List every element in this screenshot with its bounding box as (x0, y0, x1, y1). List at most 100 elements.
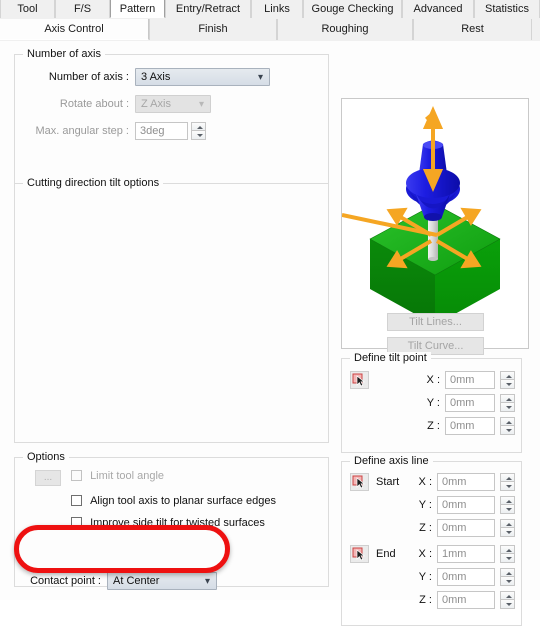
tilt-point-y-label: Y : (426, 397, 440, 409)
pick-point-icon-start[interactable] (350, 473, 369, 491)
tilt-point-x-input[interactable]: 0mm (445, 371, 495, 389)
define-axis-line-group: Define axis line Start X : 0mm Y : 0mm Z… (341, 455, 522, 626)
tilt-point-z-stepper[interactable] (500, 417, 515, 435)
end-y-value: 0mm (442, 571, 467, 583)
stepper-up-icon[interactable] (500, 545, 515, 554)
end-y-stepper[interactable] (500, 568, 515, 586)
tilt-lines-button[interactable]: Tilt Lines... (387, 313, 484, 331)
tab-entry-retract[interactable]: Entry/Retract (165, 0, 251, 18)
start-z-input[interactable]: 0mm (437, 519, 495, 537)
define-tilt-point-group-label: Define tilt point (350, 352, 431, 364)
tilt-point-x-stepper[interactable] (500, 371, 515, 389)
options-group-label: Options (23, 451, 69, 463)
chevron-down-icon: ▾ (204, 576, 210, 587)
stepper-down-icon[interactable] (191, 131, 206, 140)
limit-tool-angle-ellipsis-button[interactable]: ... (35, 470, 61, 486)
options-group: Options ... Limit tool angle Align tool … (14, 451, 329, 590)
pick-point-glyph (352, 475, 366, 489)
stepper-up-icon[interactable] (500, 496, 515, 505)
end-z-input[interactable]: 0mm (437, 591, 495, 609)
pick-point-glyph (352, 547, 366, 561)
tab-f-s[interactable]: F/S (55, 0, 110, 18)
checkbox-box-icon[interactable] (71, 470, 82, 481)
stepper-up-icon[interactable] (500, 473, 515, 482)
checkbox-align-tool-axis-label: Align tool axis to planar surface edges (90, 495, 276, 507)
stepper-up-icon[interactable] (191, 122, 206, 131)
stepper-down-icon[interactable] (500, 528, 515, 537)
start-x-input[interactable]: 0mm (437, 473, 495, 491)
rotate-about-value: Z Axis (141, 98, 171, 110)
start-y-stepper[interactable] (500, 496, 515, 514)
stepper-down-icon[interactable] (500, 554, 515, 563)
checkbox-box-icon[interactable] (71, 495, 82, 506)
rotate-about-label: Rotate about : (59, 98, 129, 110)
tab-finish[interactable]: Finish (149, 19, 277, 40)
end-z-value: 0mm (442, 594, 467, 606)
start-x-stepper[interactable] (500, 473, 515, 491)
contact-point-value: At Center (113, 575, 160, 587)
stepper-down-icon[interactable] (500, 505, 515, 514)
number-of-axis-label: Number of axis : (48, 71, 129, 83)
tab-statistics[interactable]: Statistics (474, 0, 540, 18)
stepper-up-icon[interactable] (500, 519, 515, 528)
pick-point-glyph (352, 373, 366, 387)
tilt-point-y-input[interactable]: 0mm (445, 394, 495, 412)
tab-axis-control[interactable]: Axis Control (0, 19, 149, 40)
tab-links[interactable]: Links (251, 0, 303, 18)
stepper-down-icon[interactable] (500, 426, 515, 435)
stepper-down-icon[interactable] (500, 600, 515, 609)
end-x-input[interactable]: 1mm (437, 545, 495, 563)
rotate-about-combo[interactable]: Z Axis ▾ (135, 95, 211, 113)
stepper-down-icon[interactable] (500, 482, 515, 491)
tab-roughing[interactable]: Roughing (277, 19, 413, 40)
end-y-label: Y : (418, 571, 432, 583)
max-angular-step-value: 3deg (140, 125, 165, 137)
checkbox-limit-tool-angle-label: Limit tool angle (90, 470, 165, 482)
stepper-up-icon[interactable] (500, 568, 515, 577)
stepper-down-icon[interactable] (500, 380, 515, 389)
tab-advanced[interactable]: Advanced (402, 0, 474, 18)
stepper-up-icon[interactable] (500, 371, 515, 380)
pick-point-icon[interactable] (350, 371, 369, 389)
pick-point-icon-end[interactable] (350, 545, 369, 563)
tool-axis-preview-image (341, 98, 529, 349)
tab-pattern[interactable]: Pattern (110, 0, 165, 18)
end-y-input[interactable]: 0mm (437, 568, 495, 586)
max-angular-step-stepper[interactable] (191, 122, 206, 140)
start-y-value: 0mm (442, 499, 467, 511)
tab-bar-primary: Tool F/S Pattern Entry/Retract Links Gouge Ch… (0, 0, 540, 20)
number-of-axis-combo[interactable]: 3 Axis ▾ (135, 68, 270, 86)
number-of-axis-value: 3 Axis (141, 71, 171, 83)
tab-rest[interactable]: Rest (413, 19, 532, 40)
start-y-input[interactable]: 0mm (437, 496, 495, 514)
stepper-up-icon[interactable] (500, 394, 515, 403)
define-axis-line-group-label: Define axis line (350, 455, 433, 467)
start-y-label: Y : (418, 499, 432, 511)
number-of-axis-group-label: Number of axis (23, 48, 105, 60)
tilt-point-x-value: 0mm (450, 374, 475, 386)
tab-gouge-checking[interactable]: Gouge Checking (303, 0, 402, 18)
tilt-lines-label: Tilt Lines... (409, 316, 462, 328)
tilt-point-z-input[interactable]: 0mm (445, 417, 495, 435)
contact-point-combo[interactable]: At Center ▾ (107, 572, 217, 590)
end-x-stepper[interactable] (500, 545, 515, 563)
tilt-point-y-stepper[interactable] (500, 394, 515, 412)
checkbox-improve-side-tilt[interactable]: Improve side tilt for twisted surfaces (71, 517, 265, 529)
checkbox-limit-tool-angle[interactable]: Limit tool angle (71, 470, 164, 482)
stepper-down-icon[interactable] (500, 577, 515, 586)
end-z-label: Z : (419, 594, 432, 606)
number-of-axis-group: Number of axis Number of axis : 3 Axis ▾… (14, 48, 329, 184)
tilt-point-x-label: X : (426, 374, 440, 386)
stepper-up-icon[interactable] (500, 591, 515, 600)
stepper-down-icon[interactable] (500, 403, 515, 412)
end-z-stepper[interactable] (500, 591, 515, 609)
start-z-stepper[interactable] (500, 519, 515, 537)
stepper-up-icon[interactable] (500, 417, 515, 426)
max-angular-step-input[interactable]: 3deg (135, 122, 188, 140)
tab-tool[interactable]: Tool (0, 0, 55, 18)
checkbox-align-tool-axis[interactable]: Align tool axis to planar surface edges (71, 495, 276, 507)
checkbox-box-icon[interactable] (71, 517, 82, 528)
start-x-label: X : (418, 476, 432, 488)
chevron-down-icon: ▾ (198, 99, 204, 110)
start-x-value: 0mm (442, 476, 467, 488)
